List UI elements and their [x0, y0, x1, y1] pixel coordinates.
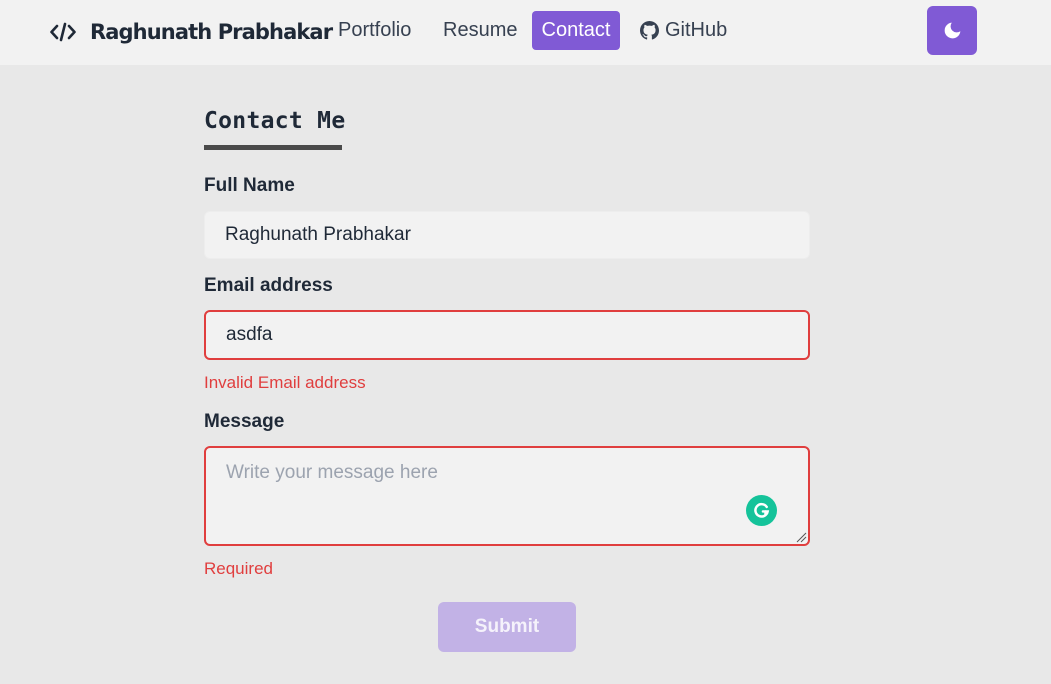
moon-icon — [944, 22, 960, 39]
email-input[interactable]: asdfa — [204, 310, 810, 360]
title-underline — [204, 145, 342, 150]
brand-name: Raghunath Prabhakar — [90, 20, 333, 44]
nav-github-label: GitHub — [665, 18, 728, 41]
nav-portfolio[interactable]: Portfolio — [328, 11, 421, 49]
full-name-input[interactable]: Raghunath Prabhakar — [204, 211, 810, 259]
message-label: Message — [204, 411, 285, 432]
email-label: Email address — [204, 275, 333, 296]
email-error: Invalid Email address — [204, 373, 366, 392]
nav-resume[interactable]: Resume — [433, 11, 527, 49]
message-textarea[interactable]: Write your message here — [204, 446, 810, 546]
page-title: Contact Me — [204, 108, 346, 134]
grammarly-icon[interactable] — [746, 495, 777, 526]
nav-contact[interactable]: Contact — [532, 11, 620, 50]
navbar: Raghunath Prabhakar Portfolio Resume Con… — [0, 0, 1051, 65]
github-icon — [640, 20, 659, 40]
theme-toggle-button[interactable] — [927, 6, 977, 55]
nav-github[interactable]: GitHub — [630, 11, 737, 49]
brand-link[interactable]: Raghunath Prabhakar — [50, 16, 333, 48]
resize-handle-icon[interactable] — [796, 532, 807, 543]
submit-button[interactable]: Submit — [438, 602, 576, 652]
code-icon — [50, 22, 76, 42]
message-error: Required — [204, 559, 273, 578]
full-name-label: Full Name — [204, 175, 295, 196]
message-placeholder: Write your message here — [226, 462, 438, 483]
grammarly-g-icon — [754, 502, 770, 518]
